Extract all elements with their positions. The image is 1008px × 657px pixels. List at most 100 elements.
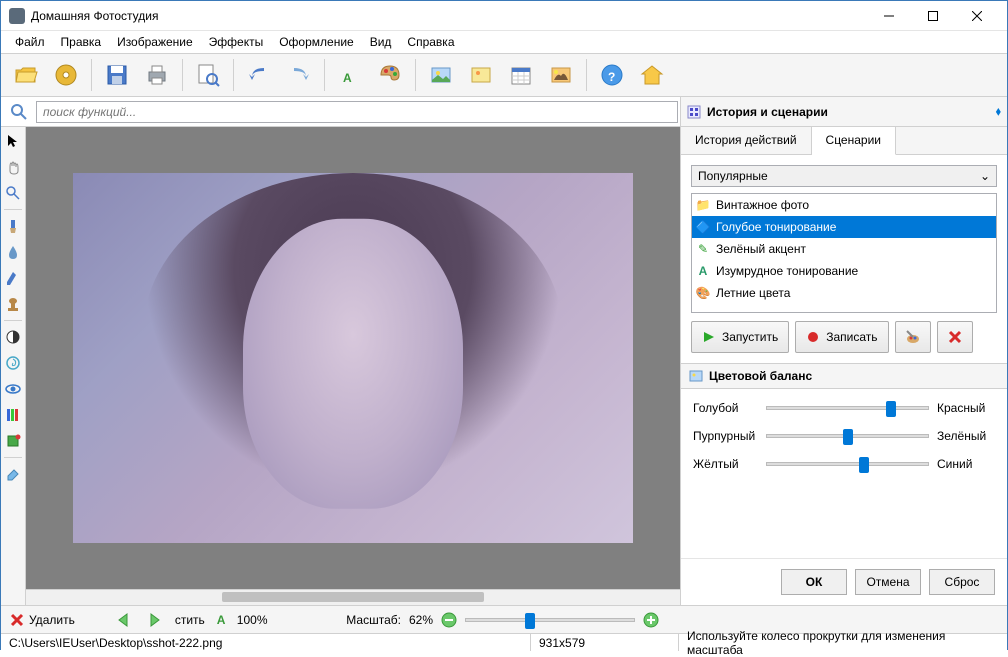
zoom-out-button[interactable] <box>441 612 457 628</box>
eraser-tool[interactable] <box>3 464 23 484</box>
collapse-arrow-icon[interactable]: ⬧ <box>996 104 1001 119</box>
pencil-icon: ✎ <box>696 242 710 256</box>
image2-button[interactable] <box>462 56 500 94</box>
menu-help[interactable]: Справка <box>399 33 462 51</box>
redo-button[interactable] <box>280 56 318 94</box>
contrast-tool[interactable] <box>3 327 23 347</box>
slider-cyan-red-track[interactable] <box>766 406 929 410</box>
svg-text:A: A <box>343 71 352 85</box>
menu-image[interactable]: Изображение <box>109 33 201 51</box>
slider-yellow-blue: Жёлтый Синий <box>693 457 995 471</box>
toolbar-separator <box>324 59 325 91</box>
text-button[interactable]: A <box>331 56 369 94</box>
tab-history[interactable]: История действий <box>681 127 812 154</box>
stamp-tool[interactable] <box>3 294 23 314</box>
zoom-slider[interactable] <box>465 618 635 622</box>
crop-tool[interactable] <box>3 431 23 451</box>
panel-tabs: История действий Сценарии <box>681 127 1007 155</box>
eye-tool[interactable] <box>3 379 23 399</box>
fit-button[interactable]: стить <box>175 613 205 627</box>
zoom-controls: Масштаб: 62% <box>346 612 659 628</box>
palette-button[interactable] <box>371 56 409 94</box>
slider-yellow-blue-track[interactable] <box>766 462 929 466</box>
minimize-button[interactable] <box>867 2 911 30</box>
canvas-scrollbar[interactable] <box>26 589 680 605</box>
prev-button[interactable] <box>115 611 133 629</box>
hand-tool[interactable] <box>3 157 23 177</box>
home-button[interactable] <box>633 56 671 94</box>
delete-button[interactable]: Удалить <box>9 612 75 628</box>
ok-button[interactable]: ОК <box>781 569 847 595</box>
scenario-item[interactable]: 🔷Голубое тонирование <box>692 216 996 238</box>
record-button[interactable]: Записать <box>795 321 888 353</box>
zoom-value: 62% <box>409 613 433 627</box>
scenario-item[interactable]: 📁Винтажное фото <box>692 194 996 216</box>
run-button[interactable]: Запустить <box>691 321 789 353</box>
status-bar: C:\Users\IEUser\Desktop\sshot-222.png 93… <box>1 633 1007 651</box>
pointer-tool[interactable] <box>3 131 23 151</box>
main-layout: История действий Сценарии Популярные ⌄ 📁… <box>1 127 1007 605</box>
vtoolbar-separator <box>4 320 22 321</box>
undo-button[interactable] <box>240 56 278 94</box>
color-balance-header: Цветовой баланс <box>681 363 1007 389</box>
scenario-list[interactable]: 📁Винтажное фото 🔷Голубое тонирование ✎Зе… <box>691 193 997 313</box>
delete-scenario-button[interactable] <box>937 321 973 353</box>
canvas-viewport[interactable] <box>26 127 680 589</box>
zoom-100-button[interactable]: A 100% <box>217 613 268 627</box>
menu-bar: Файл Правка Изображение Эффекты Оформлен… <box>1 31 1007 53</box>
cancel-button[interactable]: Отмена <box>855 569 921 595</box>
cd-button[interactable] <box>47 56 85 94</box>
menu-effects[interactable]: Эффекты <box>201 33 272 51</box>
photo-button[interactable] <box>542 56 580 94</box>
scenario-item[interactable]: ✎Зелёный акцент <box>692 238 996 260</box>
reset-button[interactable]: Сброс <box>929 569 995 595</box>
help-button[interactable]: ? <box>593 56 631 94</box>
vertical-toolbar <box>1 127 26 605</box>
menu-edit[interactable]: Правка <box>53 33 110 51</box>
panel-buttons: ОК Отмена Сброс <box>681 558 1007 605</box>
slider-magenta-green: Пурпурный Зелёный <box>693 429 995 443</box>
tab-scenarios[interactable]: Сценарии <box>812 127 896 155</box>
toolbar-separator <box>233 59 234 91</box>
toolbar-separator <box>182 59 183 91</box>
scenario-item[interactable]: AИзумрудное тонирование <box>692 260 996 282</box>
zoom-tool[interactable] <box>3 183 23 203</box>
scenario-item[interactable]: 🎨Летние цвета <box>692 282 996 304</box>
swirl-tool[interactable] <box>3 353 23 373</box>
image1-button[interactable] <box>422 56 460 94</box>
dropdown-value: Популярные <box>698 169 768 183</box>
print-button[interactable] <box>138 56 176 94</box>
maximize-button[interactable] <box>911 2 955 30</box>
save-button[interactable] <box>98 56 136 94</box>
color-balance-title: Цветовой баланс <box>709 369 812 383</box>
pencil-tool[interactable] <box>3 268 23 288</box>
app-icon <box>9 8 25 24</box>
brush-tool[interactable] <box>3 216 23 236</box>
collapse-icon[interactable] <box>687 105 701 119</box>
panel-title: История и сценарии <box>707 105 996 119</box>
search-input[interactable] <box>36 101 678 123</box>
chevron-down-icon: ⌄ <box>980 169 990 183</box>
slider-magenta-green-track[interactable] <box>766 434 929 438</box>
drop-tool[interactable] <box>3 242 23 262</box>
balance-sliders: Голубой Красный Пурпурный Зелёный Жёлтый… <box>681 389 1007 491</box>
search-row: История и сценарии ⬧ <box>1 97 1007 127</box>
folder-icon: 📁 <box>696 198 710 212</box>
vtoolbar-separator <box>4 209 22 210</box>
zoom-in-button[interactable] <box>643 612 659 628</box>
next-button[interactable] <box>145 611 163 629</box>
edit-button[interactable] <box>895 321 931 353</box>
menu-file[interactable]: Файл <box>7 33 53 51</box>
scenarios-category-dropdown[interactable]: Популярные ⌄ <box>691 165 997 187</box>
levels-tool[interactable] <box>3 405 23 425</box>
preview-button[interactable] <box>189 56 227 94</box>
status-path: C:\Users\IEUser\Desktop\sshot-222.png <box>1 634 531 651</box>
menu-view[interactable]: Вид <box>362 33 400 51</box>
svg-text:?: ? <box>608 70 615 84</box>
main-toolbar: A ? <box>1 53 1007 97</box>
toolbar-separator <box>415 59 416 91</box>
menu-decor[interactable]: Оформление <box>271 33 361 51</box>
close-button[interactable] <box>955 2 999 30</box>
calendar-button[interactable] <box>502 56 540 94</box>
open-button[interactable] <box>7 56 45 94</box>
